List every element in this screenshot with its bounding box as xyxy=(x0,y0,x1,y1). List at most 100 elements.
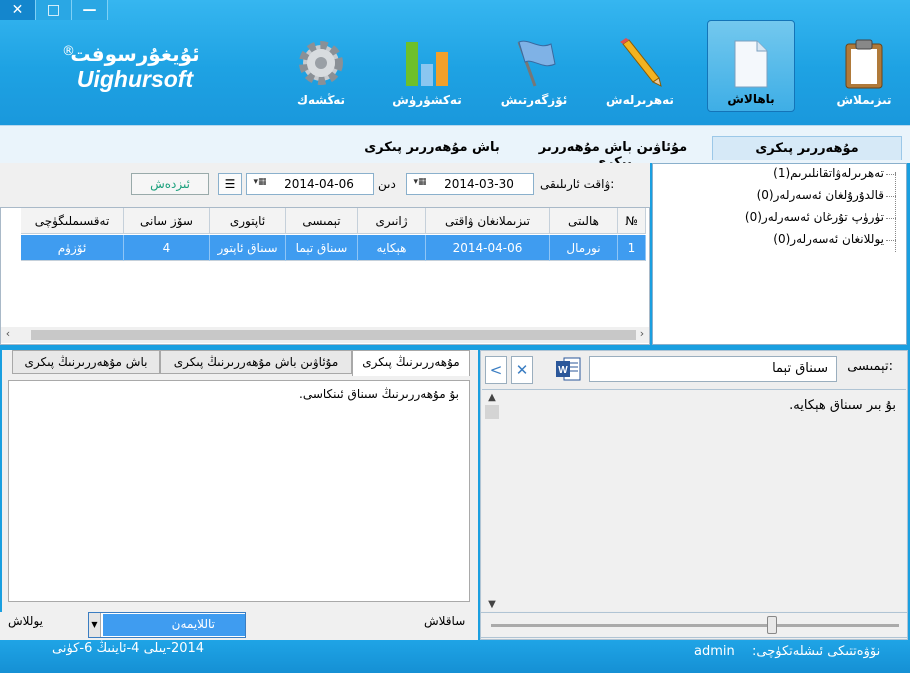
tree-connector xyxy=(886,218,896,219)
calendar-dropdown-icon[interactable]: ▾▦ xyxy=(249,177,271,191)
minimize-button[interactable]: — xyxy=(72,0,108,20)
column-header[interactable]: ھالىتى xyxy=(550,208,618,234)
table-cell: نورمال xyxy=(550,235,618,261)
column-header[interactable]: ژانىرى xyxy=(358,208,426,234)
toolbar-label: ئۆزگەرتىش xyxy=(500,93,568,107)
pencil-icon xyxy=(620,38,662,87)
comments-panel: مۇھەررىرنىڭ پىكرى مۇئاۋىن باش مۇھەررىرنى… xyxy=(2,350,478,612)
clipboard-icon xyxy=(845,39,883,89)
date-from-field[interactable]: ▾▦ 2014-03-30 xyxy=(406,173,534,195)
manuscript-table: № ھالىتى تىزىملانغان ۋاقتى ژانىرى تېمىسى ئاپت… xyxy=(0,207,650,345)
toolbar-label: تەھرىرلەش xyxy=(606,93,674,107)
scroll-thumb[interactable] xyxy=(31,330,636,340)
slider-thumb[interactable] xyxy=(767,616,777,634)
scroll-left-icon[interactable]: ‹ xyxy=(1,327,15,343)
tab-deputy-comments[interactable]: مۇئاۋىن باش مۇھەررىرنىڭ پىكرى xyxy=(160,350,352,374)
send-button[interactable]: يوللاش xyxy=(8,614,43,628)
toolbar-button-edit[interactable]: تەھرىرلەش xyxy=(596,20,684,112)
preview-panel: تېمىسى: سىناق تېما W ✕ < ▲ ▼ بۇ بىر سىنا… xyxy=(480,350,908,640)
column-header[interactable]: تەقسىملىگۈچى xyxy=(21,208,124,234)
folder-tree: تەھرىرلەۋاتقانلىرىم(1) قالدۇرۇلغان ئەسەر… xyxy=(652,163,907,345)
table-cell: ئۆزۈم xyxy=(21,235,124,261)
tree-item-editing[interactable]: تەھرىرلەۋاتقانلىرىم(1) xyxy=(773,166,884,180)
registered-mark: ® xyxy=(62,44,75,59)
status-user-label: نۆۋەتتىكى ئىشلەتكۈچى: xyxy=(752,644,881,659)
tab-deputy-comment[interactable]: مۇئاۋىن باش مۇھەررىر پىكرى xyxy=(518,136,708,170)
column-header[interactable]: № xyxy=(618,208,646,234)
tree-connector xyxy=(886,196,896,197)
subject-label: تېمىسى: xyxy=(847,359,893,374)
vertical-scrollbar[interactable]: ▲ ▼ xyxy=(484,392,500,610)
logo-english-text: Uighursoft xyxy=(76,66,194,92)
scroll-thumb[interactable] xyxy=(485,405,499,419)
clear-button[interactable]: ✕ xyxy=(511,356,533,384)
column-header[interactable]: تېمىسى xyxy=(286,208,358,234)
flag-icon xyxy=(517,40,556,87)
comment-tabs-bar: مۇھەررىر پىكرى مۇئاۋىن باش مۇھەررىر پىكر… xyxy=(0,125,910,170)
search-button[interactable]: ئىزدەش xyxy=(131,173,209,195)
table-cell: سىناق ئاپتور xyxy=(210,235,286,261)
tab-chief-comments[interactable]: باش مۇھەررىرنىڭ پىكرى xyxy=(12,350,160,374)
scroll-up-icon[interactable]: ▲ xyxy=(484,392,500,403)
column-header[interactable]: تىزىملانغان ۋاقتى xyxy=(426,208,550,234)
zoom-slider xyxy=(480,612,908,638)
comment-textarea[interactable]: بۇ مۇھەررىرنىڭ سىناق ئىنكاسى. xyxy=(8,380,470,602)
tree-connector xyxy=(886,240,896,241)
date-filter-bar: ۋاقت ئارىلىقى: ▾▦ 2014-03-30 دىن ▾▦ 2014… xyxy=(0,163,650,207)
status-bar: 2014-يىلى 4-ئاينىڭ 6-كۈنى admin نۆۋەتتىك… xyxy=(0,640,910,673)
app-header: ✕ □ — ® ئۇيغۇرسوفت Uighursoft تىزىملاش ب… xyxy=(0,0,910,125)
chevron-down-icon[interactable]: ▼ xyxy=(89,613,101,637)
toolbar-button-register[interactable]: تىزىملاش xyxy=(820,20,908,112)
document-icon xyxy=(734,40,768,88)
status-date: 2014-يىلى 4-ئاينىڭ 6-كۈنى xyxy=(52,641,205,656)
toolbar-button-settings[interactable]: تەڭشەك xyxy=(277,20,365,112)
column-header[interactable]: ئاپتورى xyxy=(210,208,286,234)
table-cell: 1 xyxy=(618,235,646,261)
column-header[interactable]: سۆز سانى xyxy=(124,208,210,234)
previous-button[interactable]: < xyxy=(485,356,507,384)
scroll-down-icon[interactable]: ▼ xyxy=(484,599,500,610)
toolbar-label: تەڭشەك xyxy=(297,93,345,107)
comment-text: بۇ مۇھەررىرنىڭ سىناق ئىنكاسى. xyxy=(299,387,459,401)
tree-item-sent[interactable]: يوللانغان ئەسەرلەر(0) xyxy=(773,232,884,246)
calendar-dropdown-icon[interactable]: ▾▦ xyxy=(409,177,431,191)
tree-item-remaining[interactable]: قالدۇرۇلغان ئەسەرلەر(0) xyxy=(757,188,884,202)
table-header-row: № ھالىتى تىزىملانغان ۋاقتى ژانىرى تېمىسى ئاپت… xyxy=(1,208,646,234)
toolbar-button-change[interactable]: ئۆزگەرتىش xyxy=(490,20,578,112)
toolbar-button-check[interactable]: تەكشۈرۈش xyxy=(383,20,471,112)
subject-field[interactable]: سىناق تېما xyxy=(589,356,837,382)
close-button[interactable]: ✕ xyxy=(0,0,36,20)
decision-select-value: تاللايمەن xyxy=(103,614,245,636)
date-from-value: 2014-03-30 xyxy=(444,177,514,191)
bar-chart-icon xyxy=(406,42,448,86)
toolbar-label: باھالاش xyxy=(727,92,775,106)
table-cell: 4 xyxy=(124,235,210,261)
app-logo: ® ئۇيغۇرسوفت Uighursoft xyxy=(60,42,210,93)
date-to-field[interactable]: ▾▦ 2014-04-06 xyxy=(246,173,374,195)
tree-connector xyxy=(886,174,896,175)
preview-text: بۇ بىر سىناق ھېكايە. xyxy=(789,398,896,413)
tab-editor-comment[interactable]: مۇھەررىر پىكرى xyxy=(712,136,902,160)
maximize-button[interactable]: □ xyxy=(36,0,72,20)
scroll-right-icon[interactable]: › xyxy=(635,327,649,343)
toolbar-label: تىزىملاش xyxy=(836,93,892,107)
tab-editor-comments[interactable]: مۇھەررىرنىڭ پىكرى xyxy=(352,350,470,376)
list-view-button[interactable]: ☰ xyxy=(218,173,242,195)
action-bar: يوللاش ▼ تاللايمەن ساقلاش xyxy=(0,612,478,640)
window-controls: ✕ □ — xyxy=(0,0,108,22)
table-row[interactable]: 1 نورمال 2014-04-06 ھېكايە سىناق تېما سىناق ئ… xyxy=(1,235,646,261)
slider-track[interactable] xyxy=(491,624,899,627)
svg-text:W: W xyxy=(558,365,568,376)
logo-uyghur-text: ئۇيغۇرسوفت xyxy=(70,42,200,66)
preview-body: ▲ ▼ بۇ بىر سىناق ھېكايە. xyxy=(482,389,906,611)
word-icon[interactable]: W xyxy=(555,357,581,381)
decision-select[interactable]: ▼ تاللايمەن xyxy=(88,612,246,638)
date-to-value: 2014-04-06 xyxy=(284,177,354,191)
toolbar-button-evaluate[interactable]: باھالاش xyxy=(707,20,795,112)
date-to-label: دىن xyxy=(378,177,396,191)
horizontal-scrollbar[interactable]: ‹ › xyxy=(1,327,649,343)
save-button[interactable]: ساقلاش xyxy=(424,614,465,628)
tree-item-pending[interactable]: تۈرۈپ تۇرغان ئەسەرلەر(0) xyxy=(745,210,884,224)
time-range-label: ۋاقت ئارىلىقى: xyxy=(540,177,615,191)
tab-chief-comment[interactable]: باش مۇھەررىر پىكرى xyxy=(352,136,512,160)
